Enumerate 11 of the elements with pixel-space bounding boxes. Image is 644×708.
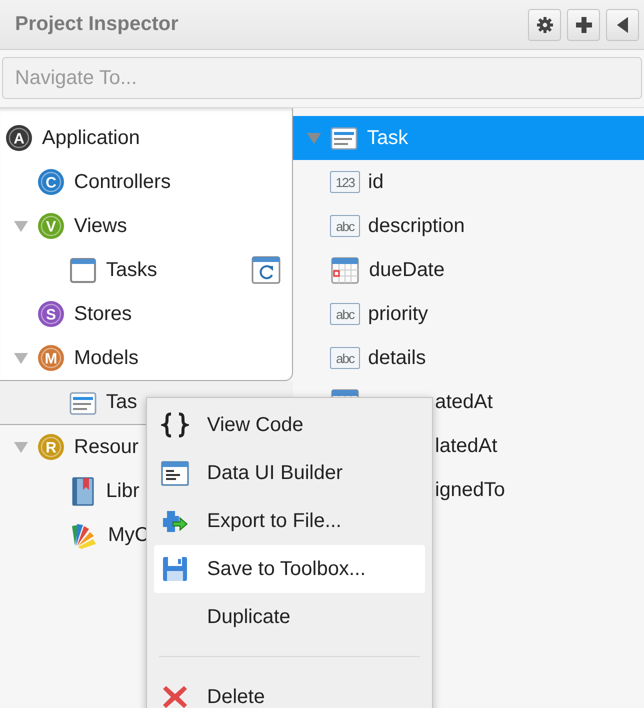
text-type-icon: abc — [330, 215, 360, 237]
text-type-icon: abc — [330, 303, 360, 325]
letter-badge-icon: C — [37, 168, 65, 196]
letter-badge-icon: A — [5, 124, 33, 152]
letter-badge-icon: V — [37, 212, 65, 240]
panel-title: Project Inspector — [15, 13, 180, 36]
text-type-icon: abc — [330, 347, 360, 369]
number-type-icon: 123 — [330, 171, 360, 193]
letter-badge-icon: S — [37, 300, 65, 328]
letter-badge-icon: M — [37, 344, 65, 372]
letter-badge-icon: R — [37, 433, 65, 461]
